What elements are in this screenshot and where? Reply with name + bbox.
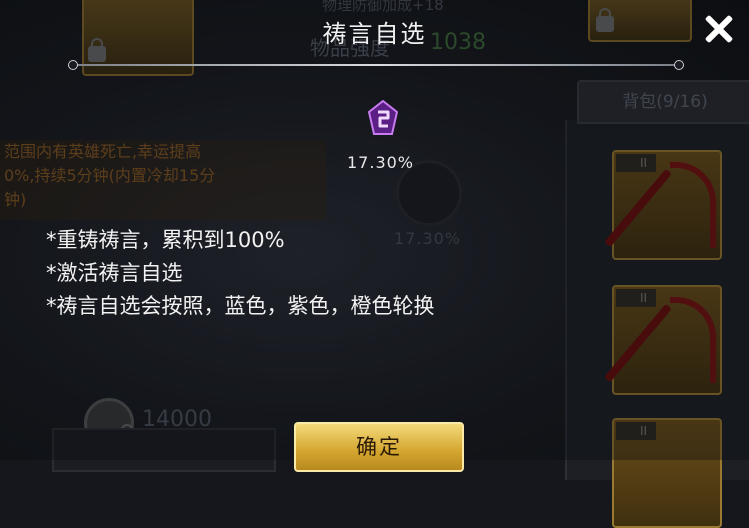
title-divider [72,64,678,66]
close-icon[interactable] [700,10,738,48]
purple-rune-icon [368,100,398,135]
rune-percent: 17.30% [347,153,415,172]
rules-text: *重铸祷言，累积到100% *激活祷言自选 *祷言自选会按照，蓝色，紫色，橙色轮… [46,224,435,323]
dialog-title-bar: 祷言自选 [0,0,749,70]
divider-end-icon [674,60,684,70]
dialog-title: 祷言自选 [322,20,427,48]
divider-end-icon [68,60,78,70]
confirm-button[interactable]: 确定 [294,422,464,472]
rule-line: *祷言自选会按照，蓝色，紫色，橙色轮换 [46,294,435,318]
rule-line: *激活祷言自选 [46,261,183,285]
rule-line: *重铸祷言，累积到100% [46,228,285,252]
